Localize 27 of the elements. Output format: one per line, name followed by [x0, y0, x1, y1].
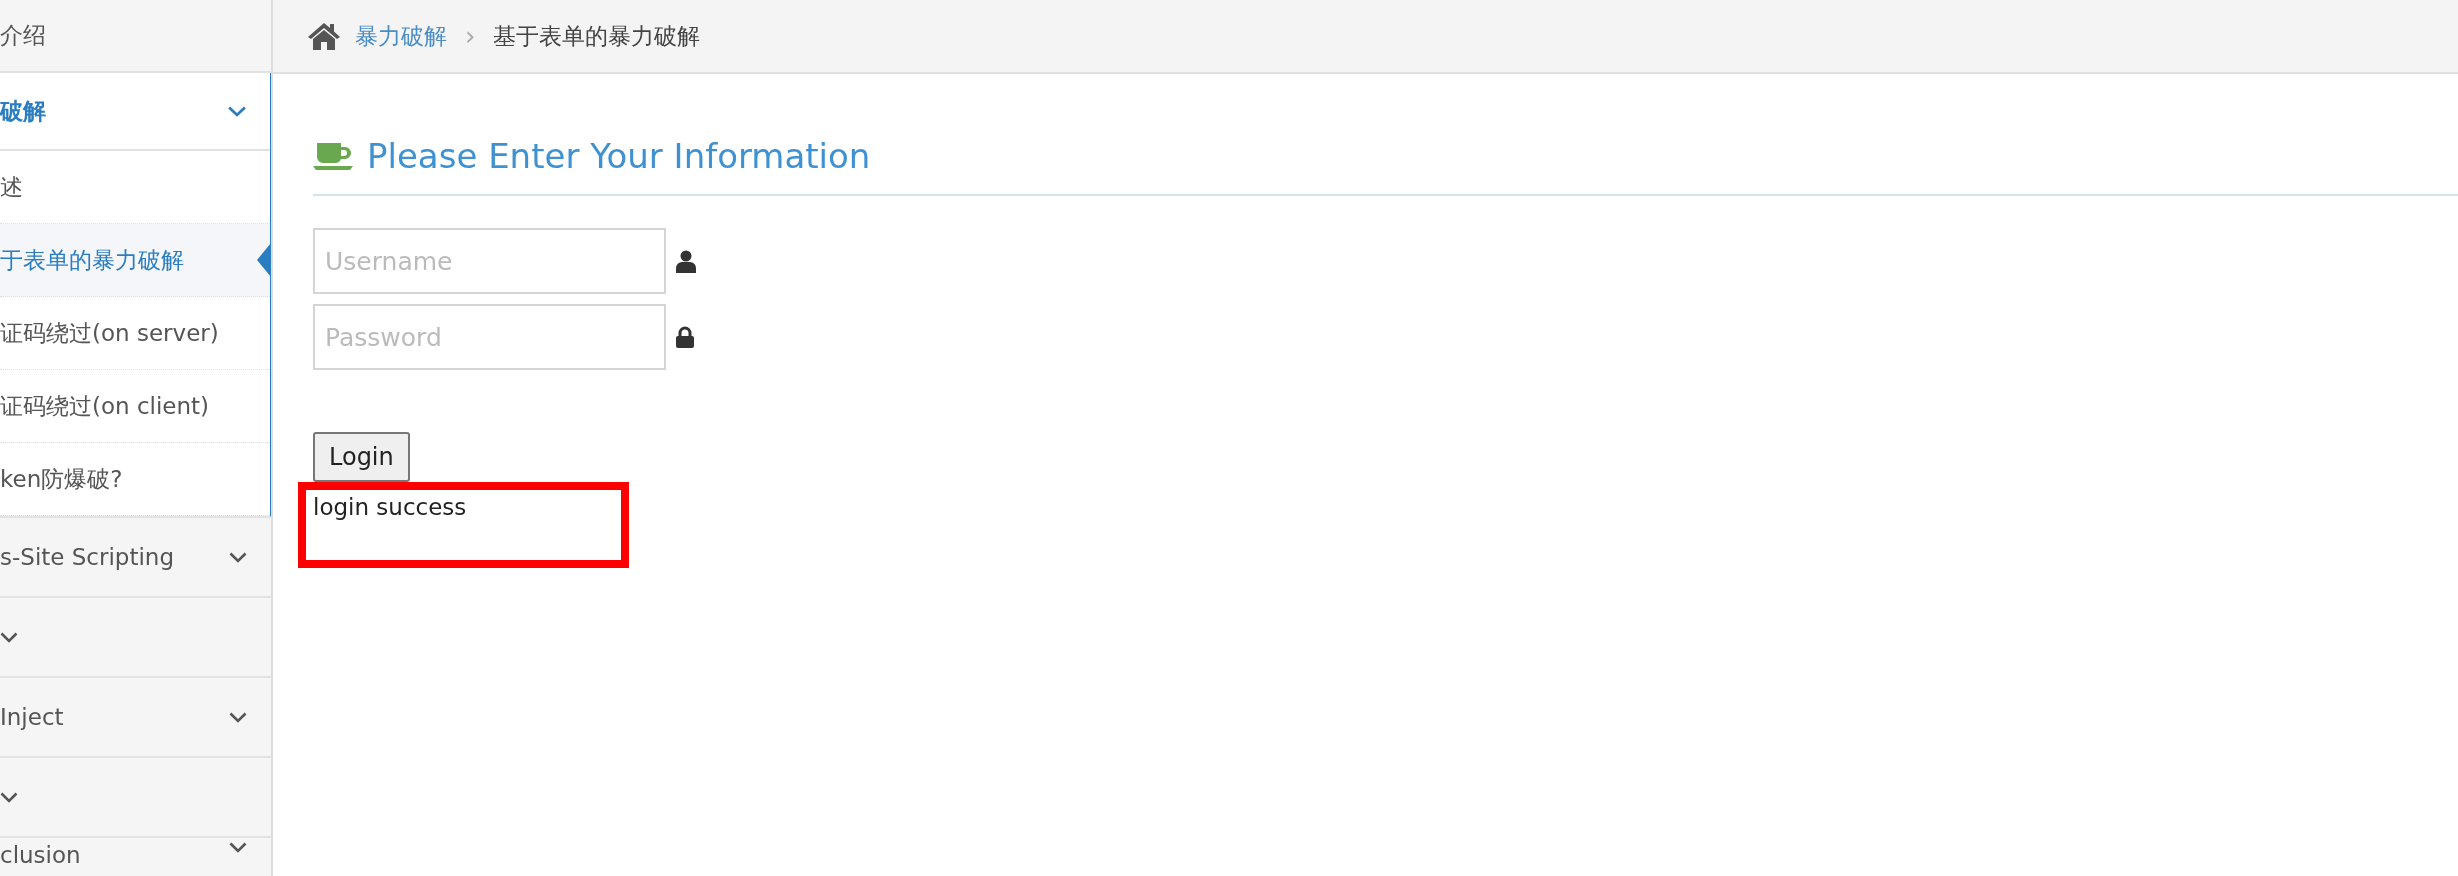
home-icon [307, 21, 341, 51]
chevron-down-icon [0, 791, 18, 803]
submenu-item[interactable]: 证码绕过(on client) [0, 370, 270, 443]
input-field[interactable]: Password [313, 304, 666, 370]
chevron-down-icon [0, 631, 18, 643]
chevron-down-icon [227, 105, 247, 117]
submenu-item[interactable]: 于表单的暴力破解 [0, 224, 270, 297]
sidebar-item[interactable]: 破解 [0, 73, 270, 151]
sidebar-item-label: clusion [0, 842, 81, 868]
breadcrumb-separator: › [465, 21, 476, 51]
sidebar-item-label: Inject [0, 704, 64, 730]
status-message: login success [313, 494, 468, 520]
coffee-cup-icon [313, 141, 353, 171]
sidebar-item-label: s-Site Scripting [0, 544, 175, 570]
breadcrumb-current: 基于表单的暴力破解 [493, 21, 701, 51]
chevron-down-icon [229, 711, 247, 723]
form-title: Please Enter Your Information [367, 136, 871, 176]
active-pointer-icon [257, 243, 271, 277]
login-button[interactable]: Login [313, 432, 410, 482]
user-icon [676, 249, 696, 273]
input-field[interactable]: Username [313, 228, 666, 294]
sidebar-item-label: 破解 [0, 96, 46, 126]
chevron-down-icon [229, 842, 247, 853]
chevron-down-icon [229, 551, 247, 563]
submenu-item[interactable]: ken防爆破? [0, 443, 270, 516]
lock-icon [676, 326, 694, 348]
submenu-item[interactable]: 证码绕过(on server) [0, 297, 270, 370]
